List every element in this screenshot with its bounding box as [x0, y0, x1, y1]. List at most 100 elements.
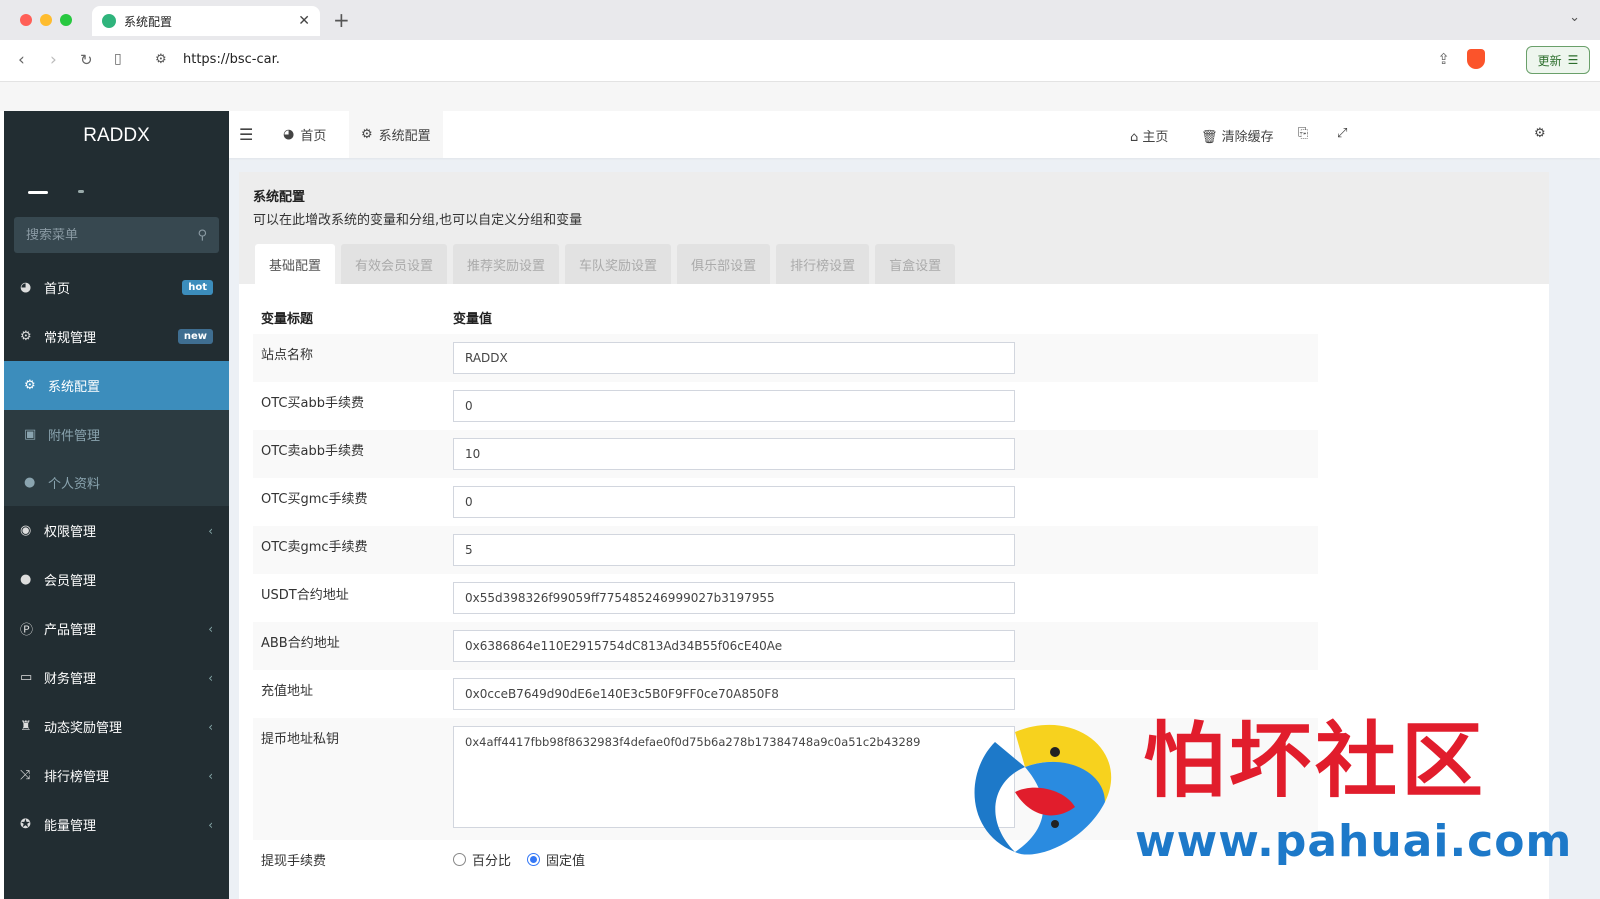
sidebar-search: ⚲	[14, 217, 219, 253]
sidebar-search-input[interactable]	[26, 227, 176, 243]
sidebar-item-products[interactable]: Ⓟ 产品管理 ‹	[4, 604, 229, 653]
table-header: 变量标题 变量值	[253, 300, 1318, 334]
url-field[interactable]: https://bsc-car.	[183, 52, 280, 67]
sidebar-item-general[interactable]: ⚙ 常规管理 new	[4, 312, 229, 361]
brave-shield-icon[interactable]	[1467, 49, 1485, 69]
sidebar-item-energy[interactable]: ✪ 能量管理 ‹	[4, 800, 229, 849]
new-tab-icon[interactable]: +	[333, 8, 350, 32]
sidebar-item-label: 个人资料	[48, 476, 101, 492]
otc-buy-abb-fee-input[interactable]	[453, 390, 1015, 422]
file-image-icon: ▣	[24, 426, 37, 442]
withdraw-private-key-textarea[interactable]: 0x4aff4417fbb98f8632983f4defae0f0d75b6a2…	[453, 726, 1015, 828]
tab-home[interactable]: ◕ 首页	[271, 111, 338, 158]
subtab-valid-member[interactable]: 有效会员设置	[341, 244, 448, 284]
sidebar-item-rewards[interactable]: ♜ 动态奖励管理 ‹	[4, 702, 229, 751]
user-icon: ●	[24, 474, 36, 490]
subtab-club[interactable]: 俱乐部设置	[677, 244, 771, 284]
usdt-contract-input[interactable]	[453, 582, 1015, 614]
product-icon: Ⓟ	[20, 623, 34, 638]
user-status	[78, 190, 84, 193]
sidebar-item-system-config[interactable]: ⚙ 系统配置	[4, 361, 229, 410]
forward-icon[interactable]: ›	[50, 50, 57, 70]
sidebar-item-permissions[interactable]: ◉ 权限管理 ‹	[4, 506, 229, 555]
otc-sell-abb-fee-input[interactable]	[453, 438, 1015, 470]
sidebar-item-label: 能量管理	[44, 819, 97, 834]
fee-fixed-radio[interactable]: 固定值	[527, 850, 585, 869]
dashboard-icon: ◕	[20, 280, 32, 295]
sidebar-item-attachments[interactable]: ▣ 附件管理	[4, 410, 229, 458]
table-row: 站点名称	[253, 334, 1318, 382]
sidebar-item-home[interactable]: ◕ 首页 hot	[4, 263, 229, 312]
otc-sell-gmc-fee-input[interactable]	[453, 534, 1015, 566]
browser-tab[interactable]: 系统配置 ✕	[92, 6, 320, 36]
row-key: OTC卖abb手续费	[253, 430, 445, 478]
deposit-address-input[interactable]	[453, 678, 1015, 710]
table-row: ABB合约地址	[253, 622, 1318, 670]
close-window-button[interactable]	[20, 14, 32, 26]
sidebar-item-finance[interactable]: ▭ 财务管理 ‹	[4, 653, 229, 702]
sidebar-item-label: 权限管理	[44, 525, 97, 540]
watermark-fish-logo-icon	[974, 724, 1112, 855]
close-tab-icon[interactable]: ✕	[298, 13, 310, 29]
minimize-window-button[interactable]	[40, 14, 52, 26]
row-key: 充值地址	[261, 684, 314, 699]
share-icon[interactable]: ⇪	[1437, 50, 1450, 68]
bookmark-icon[interactable]: ▯	[114, 51, 122, 67]
tab-system-config[interactable]: ⚙ 系统配置	[349, 111, 443, 158]
gear-icon: ⚙	[24, 378, 36, 393]
update-button[interactable]: 更新 ☰	[1526, 46, 1590, 74]
subtab-basic[interactable]: 基础配置	[255, 244, 336, 284]
browser-tab-title: 系统配置	[124, 14, 173, 29]
home-icon: ⌂	[1130, 130, 1139, 145]
maximize-window-button[interactable]	[60, 14, 72, 26]
gear-icon: ⚙	[361, 127, 373, 142]
control-sidebar-gear-icon[interactable]: ⚙	[1534, 126, 1546, 141]
clear-cache-button[interactable]: 🗑︎ 清除缓存	[1201, 126, 1274, 145]
top-navbar: ☰ ◕ 首页 ⚙ 系统配置 ⌂ 主页 🗑︎ 清除缓存 ⎘ ⤢ ⚙	[229, 111, 1600, 158]
radio-circle-selected[interactable]	[527, 853, 541, 866]
trash-icon: 🗑︎	[1201, 130, 1218, 145]
site-name-input[interactable]	[453, 342, 1015, 374]
sidebar-toggle-icon[interactable]: ☰	[239, 125, 253, 144]
row-key: OTC卖gmc手续费	[253, 526, 445, 574]
browser-tabbar: 系统配置 ✕ + ⌄	[0, 0, 1600, 40]
reload-icon[interactable]: ↻	[80, 51, 93, 69]
row-key: ABB合约地址	[253, 622, 445, 670]
otc-buy-gmc-fee-input[interactable]	[453, 486, 1015, 518]
row-key: OTC买abb手续费	[261, 396, 364, 411]
back-icon[interactable]: ‹	[18, 50, 25, 70]
table-row: OTC卖abb手续费	[253, 430, 1318, 478]
sidebar-item-leaderboard[interactable]: ⤨ 排行榜管理 ‹	[4, 751, 229, 800]
subtab-referral-reward[interactable]: 推荐奖励设置	[453, 244, 560, 284]
row-key: USDT合约地址	[261, 588, 349, 603]
table-row: USDT合约地址	[253, 574, 1318, 622]
sidebar-item-profile[interactable]: ● 个人资料	[4, 458, 229, 506]
page-title: 系统配置	[253, 190, 306, 205]
fullscreen-icon[interactable]: ⤢	[1337, 126, 1347, 141]
fee-percent-radio[interactable]: 百分比	[453, 850, 511, 869]
search-icon[interactable]: ⚲	[197, 228, 207, 243]
credit-card-icon: ▭	[20, 670, 33, 685]
radio-label: 固定值	[546, 854, 586, 869]
row-key: 站点名称	[253, 334, 445, 382]
chevron-left-icon: ‹	[208, 621, 213, 636]
subtab-blindbox[interactable]: 盲盒设置	[875, 244, 956, 284]
abb-contract-input[interactable]	[453, 630, 1015, 662]
site-settings-icon[interactable]: ⚙	[155, 52, 167, 67]
subtab-team-reward[interactable]: 车队奖励设置	[565, 244, 672, 284]
translate-icon[interactable]: ⎘	[1298, 126, 1308, 141]
table-row: OTC卖gmc手续费	[253, 526, 1318, 574]
radio-circle[interactable]	[453, 853, 466, 866]
sidebar-item-label: 系统配置	[48, 380, 101, 395]
tab-list-chevron-icon[interactable]: ⌄	[1569, 10, 1580, 25]
chevron-left-icon: ‹	[208, 768, 213, 783]
watermark-cn-text: 怕坏社区	[1143, 714, 1488, 809]
sidebar-item-label: 附件管理	[48, 428, 101, 444]
hot-badge: hot	[182, 280, 213, 295]
home-link[interactable]: ⌂ 主页	[1130, 126, 1168, 145]
sidebar-logo[interactable]: RADDX	[4, 111, 229, 161]
radio-label: 百分比	[472, 854, 512, 869]
subtab-leaderboard[interactable]: 排行榜设置	[776, 244, 870, 284]
sidebar-item-members[interactable]: ● 会员管理	[4, 555, 229, 604]
menu-icon: ☰	[1567, 53, 1579, 67]
